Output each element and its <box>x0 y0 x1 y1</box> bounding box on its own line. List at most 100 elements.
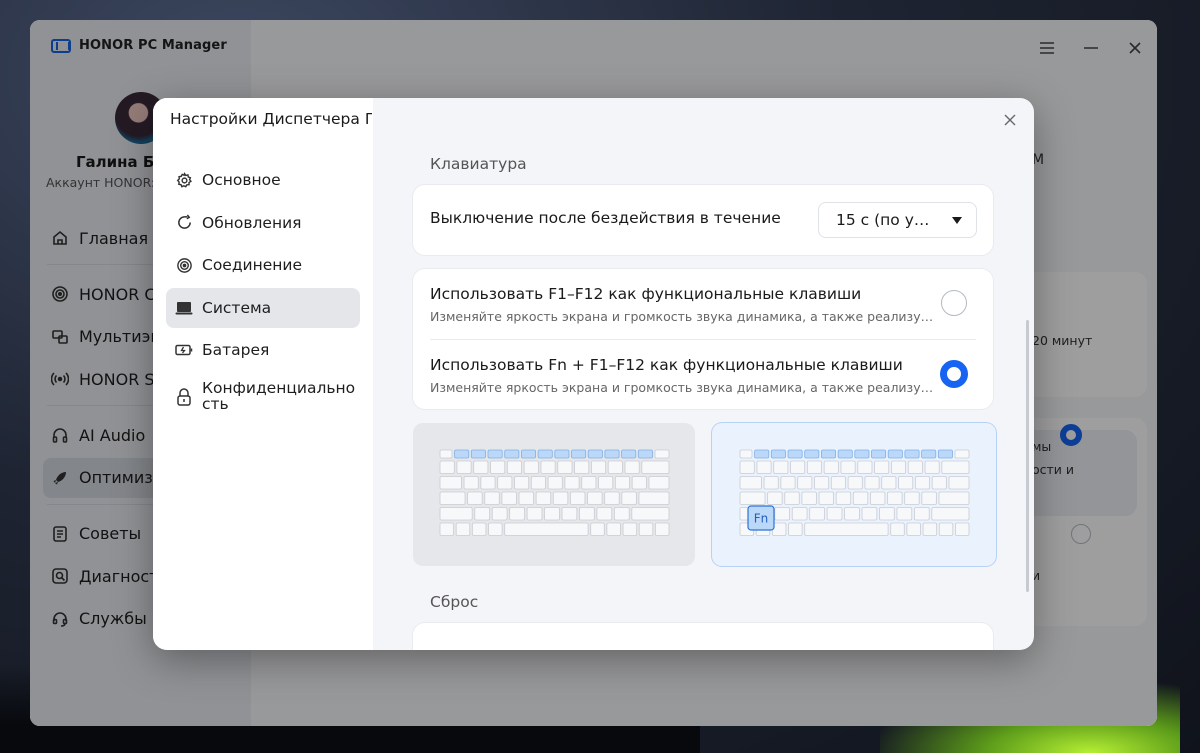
settings-tab-battery[interactable]: Батарея <box>166 330 360 370</box>
keyboard-key <box>587 491 603 505</box>
keyboard-key <box>826 507 843 521</box>
keyboard-key <box>557 460 573 474</box>
keyboard-key <box>439 522 454 536</box>
option-f1-f12-radio[interactable] <box>941 290 967 316</box>
keyboard-key <box>638 522 654 536</box>
keyboard-fkey <box>904 449 920 459</box>
keyboard-key <box>931 476 947 490</box>
keyboard-illustration: Fn <box>739 449 970 536</box>
keyboard-key <box>773 460 789 474</box>
keyboard-key <box>924 460 940 474</box>
settings-tab-label: Обновления <box>202 213 302 232</box>
keyboard-key <box>904 491 920 505</box>
keyboard-key <box>790 460 806 474</box>
keyboard-key <box>604 491 620 505</box>
settings-tab-privacy[interactable]: Конфиденциальность <box>166 373 360 413</box>
keyboard-key <box>596 507 613 521</box>
keyboard-fkey <box>587 449 603 459</box>
keyboard-key <box>439 491 466 505</box>
keyboard-key <box>898 476 914 490</box>
keyboard-fkey <box>487 449 503 459</box>
keyboard-key <box>561 507 578 521</box>
keyboard-key <box>844 507 860 521</box>
keyboard-key <box>767 491 783 505</box>
keyboard-key <box>879 507 895 521</box>
keyboard-key <box>467 491 483 505</box>
keyboard-key <box>590 522 605 536</box>
keyboard-key <box>598 476 614 490</box>
keyboard-key <box>784 491 800 505</box>
settings-dialog: Настройки Диспетчера ПК Основное Обновле… <box>153 98 1034 650</box>
keyboard-key <box>948 476 970 490</box>
keyboard-fkey <box>871 449 887 459</box>
keyboard-key <box>624 460 640 474</box>
keyboard-key <box>514 476 530 490</box>
keyboard-fkey <box>854 449 870 459</box>
keyboard-fkey <box>770 449 786 459</box>
keyboard-fkey <box>887 449 903 459</box>
keyboard-key <box>631 507 670 521</box>
keyboard-key <box>518 491 534 505</box>
keyboard-key <box>490 460 506 474</box>
keyboard-key <box>806 460 822 474</box>
keyboard-key <box>439 449 453 459</box>
keyboard-fkey <box>937 449 953 459</box>
keyboard-key <box>756 460 772 474</box>
keyboard-key <box>622 522 638 536</box>
keyboard-key <box>922 522 938 536</box>
keyboard-key <box>955 522 970 536</box>
keyboard-key <box>847 476 863 490</box>
keyboard-key <box>471 522 487 536</box>
settings-tab-label: Конфиденциальность <box>202 378 356 413</box>
keyboard-fkey <box>754 449 770 459</box>
idle-timeout-label: Выключение после бездействия в течение <box>430 209 781 227</box>
keyboard-key <box>638 491 670 505</box>
keyboard-fkey <box>787 449 803 459</box>
function-keys-card: Использовать F1–F12 как функциональные к… <box>413 269 993 409</box>
keyboard-key <box>814 476 830 490</box>
scrollbar[interactable] <box>1026 320 1029 592</box>
settings-tab-general[interactable]: Основное <box>166 160 360 200</box>
option-fn-f1-f12-radio[interactable] <box>940 360 968 388</box>
keyboard-preview-fn-keys[interactable]: Fn <box>712 423 996 566</box>
keyboard-key <box>439 460 455 474</box>
keyboard-key <box>488 522 503 536</box>
keyboard-key <box>570 491 586 505</box>
keyboard-key <box>509 507 525 521</box>
settings-tab-updates[interactable]: Обновления <box>166 203 360 243</box>
settings-tab-system[interactable]: Система <box>166 287 360 328</box>
keyboard-key <box>654 449 670 459</box>
keyboard-key <box>480 476 496 490</box>
keyboard-key <box>547 476 563 490</box>
keyboard-preview-f-keys[interactable] <box>413 423 695 566</box>
keyboard-key <box>535 491 552 505</box>
keyboard-key <box>857 460 873 474</box>
keyboard-fkey <box>470 449 486 459</box>
keyboard-fkey <box>637 449 653 459</box>
keyboard-key <box>739 491 766 505</box>
keyboard-key <box>890 522 905 536</box>
keyboard-key <box>801 491 817 505</box>
keyboard-key <box>941 460 970 474</box>
keyboard-key <box>874 460 890 474</box>
idle-timeout-select[interactable]: 15 с (по умолчанию) <box>818 202 977 238</box>
keyboard-key <box>907 460 923 474</box>
settings-nav: Основное Обновления Соединение Система Б… <box>166 160 360 415</box>
option-fn-f1-f12-desc: Изменяйте яркость экрана и громкость зву… <box>430 380 935 395</box>
keyboard-key <box>835 491 852 505</box>
keyboard-key <box>497 476 513 490</box>
settings-tab-connection[interactable]: Соединение <box>166 245 360 285</box>
keyboard-key <box>552 491 569 505</box>
section-reset-title: Сброс <box>430 593 479 611</box>
section-keyboard-title: Клавиатура <box>430 155 527 173</box>
keyboard-key <box>938 522 954 536</box>
keyboard-key <box>606 522 621 536</box>
idle-timeout-card: Выключение после бездействия в течение 1… <box>413 185 993 255</box>
keyboard-fkey <box>537 449 553 459</box>
keyboard-key <box>613 507 630 521</box>
keyboard-fkey <box>504 449 520 459</box>
laptop-icon <box>175 299 193 317</box>
keyboard-key <box>648 476 670 490</box>
keyboard-key <box>564 476 580 490</box>
keyboard-key <box>780 476 796 490</box>
